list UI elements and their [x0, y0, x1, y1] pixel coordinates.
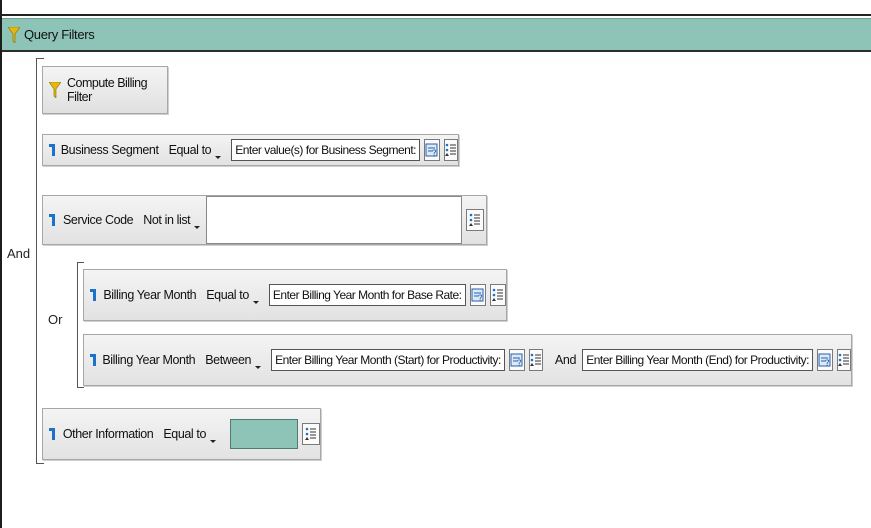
value-list-icon[interactable]: [528, 349, 543, 371]
field-object-icon: [90, 289, 97, 301]
prompt-input[interactable]: Enter value(s) for Business Segment:: [231, 139, 420, 161]
prompt-icon[interactable]: ?: [469, 284, 486, 306]
funnel-icon: [8, 26, 20, 43]
filter-billing-year-month-equal[interactable]: Billing Year Month Equal to Enter Billin…: [83, 269, 507, 321]
and-group-bracket: [36, 58, 44, 464]
operator-dropdown[interactable]: Not in list: [143, 213, 201, 229]
value-list-icon[interactable]: [837, 349, 851, 371]
operator-dropdown[interactable]: Equal to: [206, 288, 259, 304]
filter-field-name: Business Segment: [60, 143, 159, 157]
field-object-icon: [49, 144, 55, 156]
field-object-icon: [49, 428, 55, 440]
prompt-input[interactable]: Enter Billing Year Month for Base Rate:: [268, 284, 466, 306]
field-object-icon: [49, 214, 55, 226]
filter-business-segment[interactable]: Business Segment Equal to Enter value(s)…: [42, 134, 459, 166]
prompt-end-input[interactable]: Enter Billing Year Month (End) for Produ…: [582, 349, 813, 371]
panel-title: Query Filters: [24, 27, 95, 42]
value-list-icon[interactable]: [444, 139, 458, 161]
and-operator[interactable]: And: [7, 246, 30, 261]
filter-field-name: Billing Year Month: [102, 353, 196, 367]
prompt-icon[interactable]: ?: [817, 349, 833, 371]
operator-dropdown[interactable]: Between: [205, 353, 262, 369]
top-divider: [0, 14, 871, 16]
funnel-icon: [49, 82, 61, 98]
value-list-icon[interactable]: [466, 209, 485, 231]
prompt-start-input[interactable]: Enter Billing Year Month (Start) for Pro…: [271, 349, 505, 371]
svg-text:?: ?: [432, 149, 437, 158]
caret-down-icon: [255, 366, 262, 369]
between-and-label: And: [554, 353, 577, 367]
window-left-border: [0, 0, 2, 528]
or-operator[interactable]: Or: [48, 312, 62, 327]
operator-dropdown[interactable]: Equal to: [169, 143, 222, 159]
filter-field-name: Service Code: [63, 213, 134, 227]
caret-down-icon: [210, 440, 216, 443]
field-object-icon: [90, 354, 97, 366]
prompt-icon[interactable]: ?: [508, 349, 525, 371]
compute-filter-label: Compute Billing Filter: [67, 76, 148, 104]
operator-dropdown[interactable]: Equal to: [163, 427, 216, 443]
filter-service-code[interactable]: Service Code Not in list: [42, 195, 487, 245]
svg-text:?: ?: [478, 294, 483, 303]
compute-billing-filter[interactable]: Compute Billing Filter: [42, 66, 168, 114]
service-code-value-input[interactable]: [206, 196, 463, 244]
filter-other-information[interactable]: Other Information Equal to: [42, 408, 321, 460]
filter-field-name: Billing Year Month: [103, 288, 197, 302]
other-information-value-input[interactable]: [230, 419, 299, 449]
svg-text:?: ?: [825, 359, 830, 368]
prompt-icon[interactable]: ?: [424, 139, 440, 161]
query-filters-header[interactable]: Query Filters: [2, 18, 871, 52]
filter-field-name: Other Information: [62, 427, 154, 441]
value-list-icon[interactable]: [489, 284, 507, 306]
caret-down-icon: [215, 156, 222, 159]
svg-text:?: ?: [517, 359, 522, 368]
caret-down-icon: [252, 301, 259, 304]
filter-billing-year-month-between[interactable]: Billing Year Month Between Enter Billing…: [83, 334, 852, 386]
caret-down-icon: [194, 226, 201, 229]
value-list-icon[interactable]: [302, 423, 320, 445]
